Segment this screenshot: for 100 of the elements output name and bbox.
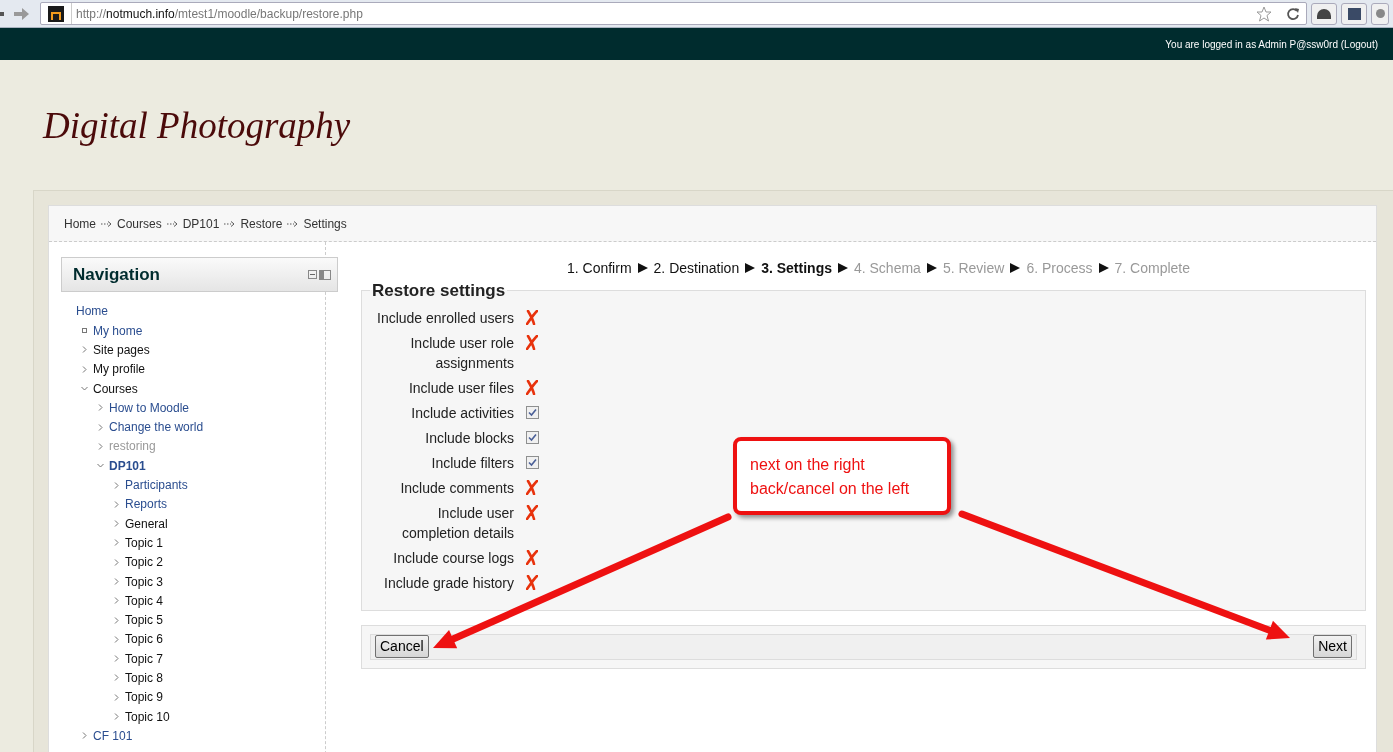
cross-icon	[526, 335, 538, 350]
chevron-right-icon[interactable]	[96, 442, 104, 450]
nav-link[interactable]: Home	[76, 302, 325, 321]
cancel-button[interactable]: Cancel	[375, 635, 429, 658]
check-icon	[527, 433, 537, 442]
chevron-right-icon[interactable]	[96, 404, 104, 412]
chevron-down-icon[interactable]	[96, 462, 104, 470]
site-title: Digital Photography	[43, 104, 351, 149]
setting-label: Include grade history	[383, 573, 514, 593]
chevron-right-icon[interactable]	[112, 674, 120, 682]
nav-link[interactable]: Change the world	[109, 418, 204, 437]
nav-link[interactable]: Site pages	[93, 340, 150, 359]
chevron-right-icon[interactable]	[112, 558, 120, 566]
dotted-arrow-icon	[166, 220, 178, 227]
chevron-right-icon[interactable]	[96, 423, 104, 431]
collapse-icon[interactable]	[308, 270, 317, 279]
breadcrumb-link[interactable]: Courses	[117, 214, 162, 233]
nav-link[interactable]: CF 101	[93, 726, 133, 745]
reload-icon[interactable]	[1286, 6, 1300, 21]
cross-icon	[526, 505, 538, 520]
nav-link[interactable]: Topic 3	[125, 572, 164, 591]
cross-icon	[526, 310, 538, 325]
nav-link[interactable]: Topic 10	[125, 707, 170, 726]
chevron-right-icon[interactable]	[112, 597, 120, 605]
checkbox[interactable]	[525, 456, 539, 469]
checkbox[interactable]	[525, 431, 539, 444]
chevron-right-icon[interactable]	[80, 732, 88, 740]
nav-link[interactable]: How to Moodle	[109, 398, 190, 417]
nav-link[interactable]: Topic 5	[125, 611, 164, 630]
nav-link[interactable]: Reports	[125, 495, 168, 514]
nav-link[interactable]: My profile	[93, 360, 145, 379]
nav-link[interactable]: General	[125, 514, 168, 533]
check-icon	[527, 458, 537, 467]
triangle-right-icon	[637, 263, 648, 273]
star-icon[interactable]	[1256, 5, 1272, 22]
chevron-right-icon[interactable]	[112, 520, 120, 528]
nav-link[interactable]: Topic 1	[125, 533, 164, 552]
check-icon	[527, 408, 537, 417]
nav-link[interactable]: Topic 6	[125, 630, 164, 649]
nav-link[interactable]: Topic 8	[125, 669, 164, 687]
breadcrumb-link[interactable]: Settings	[303, 214, 347, 233]
wizard-step: 6. Process	[1026, 257, 1093, 279]
triangle-right-icon	[1010, 263, 1021, 273]
nav-link[interactable]: Participants	[125, 476, 188, 494]
dotted-arrow-icon	[101, 220, 112, 227]
fieldset-legend: Restore settings	[370, 278, 508, 304]
chevron-right-icon[interactable]	[112, 539, 120, 547]
nav-link[interactable]: DP101	[109, 456, 146, 475]
triangle-right-icon	[926, 263, 937, 273]
triangle-right-icon	[837, 263, 848, 273]
wizard-step: 4. Schema	[853, 257, 921, 279]
wizard-step: 7. Complete	[1114, 257, 1190, 279]
chevron-right-icon[interactable]	[80, 365, 88, 373]
chevron-down-icon[interactable]	[80, 385, 88, 393]
chevron-right-icon[interactable]	[112, 655, 120, 663]
nav-link[interactable]: Courses	[93, 379, 138, 398]
cross-icon	[526, 380, 538, 395]
nav-link[interactable]: Topic 4	[125, 591, 164, 610]
triangle-right-icon	[745, 263, 756, 273]
chevron-right-icon[interactable]	[112, 578, 120, 585]
setting-label: Include enrolled users	[376, 308, 514, 328]
address-bar[interactable]: http://notmuch.info/mtest1/moodle/backup/restore.php	[40, 2, 1307, 25]
annotation-text: next on the right back/cancel on the left	[750, 455, 911, 499]
chevron-right-icon[interactable]	[112, 635, 120, 643]
breadcrumb-link[interactable]: Restore	[240, 214, 283, 233]
chevron-right-icon[interactable]	[112, 500, 120, 508]
wizard-step: 1. Confirm	[567, 257, 632, 279]
chevron-right-icon[interactable]	[112, 713, 120, 721]
wizard-step: 5. Review	[942, 257, 1005, 279]
chevron-right-icon[interactable]	[112, 693, 120, 701]
setting-label: Include blocks	[424, 428, 514, 448]
setting-label: Include user completion details	[400, 503, 514, 543]
breadcrumb-link[interactable]: Home	[64, 214, 96, 233]
wizard-step: 2. Destination	[653, 257, 740, 279]
checkbox[interactable]	[525, 406, 539, 419]
setting-label: Include user files	[407, 378, 514, 398]
setting-label: Include user role assignments	[409, 333, 514, 373]
site-icon	[48, 5, 64, 22]
cross-icon	[526, 575, 538, 590]
setting-label: Include activities	[410, 403, 514, 423]
setting-label: Include course logs	[392, 548, 514, 568]
dotted-arrow-icon	[224, 220, 236, 227]
cross-icon	[526, 550, 538, 565]
dotted-arrow-icon	[287, 220, 299, 227]
breadcrumb-link[interactable]: DP101	[182, 214, 220, 233]
nav-link[interactable]: My home	[93, 321, 143, 340]
nav-link[interactable]: Topic 2	[125, 553, 164, 572]
cross-icon	[526, 480, 538, 495]
chevron-right-icon[interactable]	[80, 346, 88, 354]
nav-link[interactable]: Topic 9	[125, 688, 164, 707]
nav-link[interactable]: Topic 7	[125, 649, 164, 668]
setting-label: Include filters	[430, 453, 514, 473]
setting-label: Include comments	[399, 478, 514, 498]
dock-icon[interactable]	[319, 269, 331, 280]
url-text: http://notmuch.info/mtest1/moodle/backup/restore.php	[76, 5, 363, 23]
login-info: You are logged in as Admin P@ssw0rd (Logout)	[1165, 37, 1378, 52]
next-button[interactable]: Next	[1313, 635, 1352, 658]
chevron-right-icon[interactable]	[112, 481, 120, 489]
triangle-right-icon	[1098, 263, 1109, 273]
chevron-right-icon[interactable]	[112, 616, 120, 624]
